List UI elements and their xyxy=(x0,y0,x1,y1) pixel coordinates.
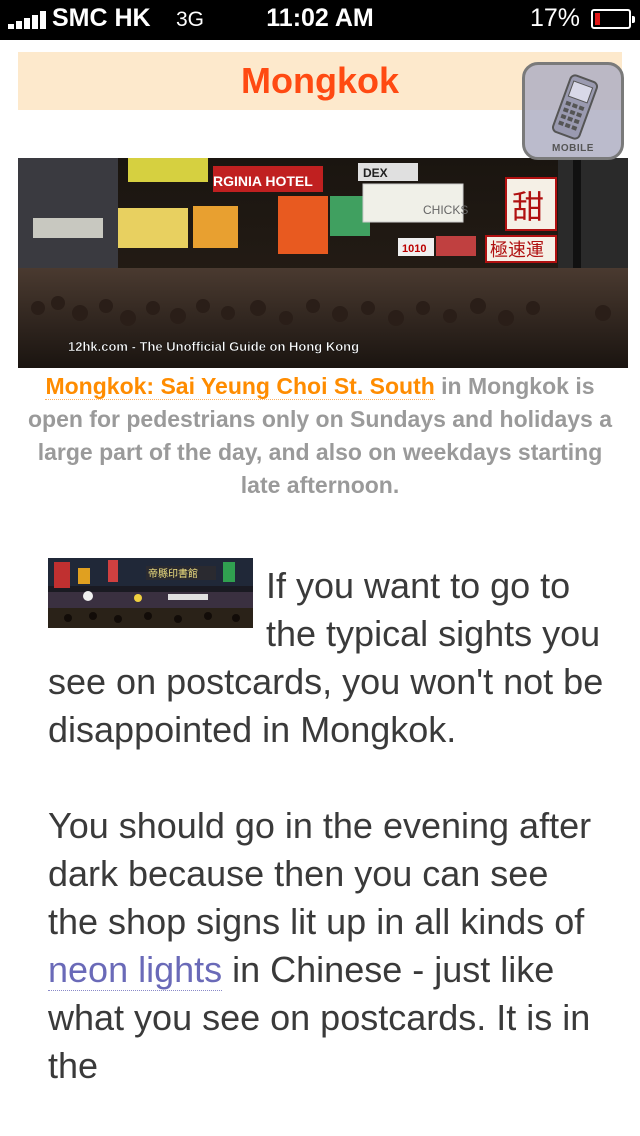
article-paragraph-1: If you want to go to the typical sights … xyxy=(48,562,608,754)
article-body: If you want to go to the typical sights … xyxy=(48,562,608,1136)
web-page[interactable]: Mongkok RGINIA HOTEL CHICKS DEX 1010 甜 極… xyxy=(0,40,640,1136)
hero-sign-hotel: RGINIA HOTEL xyxy=(213,173,313,189)
battery-level-fill xyxy=(595,13,600,25)
neon-lights-link[interactable]: neon lights xyxy=(48,949,223,991)
battery-percent: 17% xyxy=(530,4,581,32)
mobile-phone-icon xyxy=(551,74,599,140)
battery-icon xyxy=(591,9,635,29)
hero-image[interactable]: RGINIA HOTEL CHICKS DEX 1010 甜 極速運 12hk.… xyxy=(18,158,628,368)
hero-sign-chinese-2: 極速運 xyxy=(490,240,544,261)
mobile-button-label: MOBILE xyxy=(552,143,594,154)
hero-sign-dex: DEX xyxy=(363,166,388,180)
hero-image-credit: 12hk.com - The Unofficial Guide on Hong … xyxy=(68,339,359,354)
hero-sign-chicks: CHICKS xyxy=(423,203,468,217)
article-paragraph-2: You should go in the evening after dark … xyxy=(48,802,608,1090)
mobile-view-button[interactable]: MOBILE xyxy=(522,62,624,160)
hero-sign-1010: 1010 xyxy=(402,243,426,255)
hero-sign-chinese: 甜 xyxy=(512,188,544,226)
sai-yeung-choi-link[interactable]: Mongkok: Sai Yeung Choi St. South xyxy=(45,373,435,400)
hero-caption: Mongkok: Sai Yeung Choi St. South in Mon… xyxy=(20,370,620,502)
paragraph-2-text-before: You should go in the evening after dark … xyxy=(48,805,592,942)
status-bar: SMC HK 3G 11:02 AM 17% xyxy=(0,0,640,40)
